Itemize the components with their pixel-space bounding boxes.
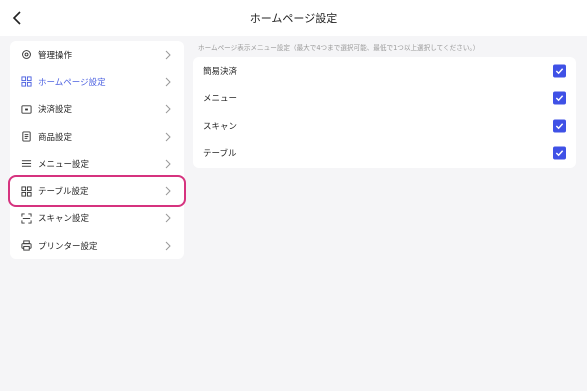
grid-icon [20,76,32,88]
chevron-right-icon [165,77,171,87]
option-label: スキャン [203,121,238,132]
sidebar-item-scan[interactable]: スキャン設定 [10,205,184,232]
printer-icon [20,240,32,252]
chevron-right-icon [165,104,171,114]
menu-icon [20,158,32,170]
sidebar-item-management[interactable]: 管理操作 [10,41,184,68]
header-bar: ホームページ設定 [0,0,587,36]
sidebar-item-label: 商品設定 [38,132,73,143]
option-label: 簡易決済 [203,66,238,77]
checkmark-icon [555,95,564,102]
checkmark-icon [555,150,564,157]
option-checkbox[interactable] [553,146,566,160]
sidebar-item-label: 決済設定 [38,105,73,116]
sidebar-item-label: テーブル設定 [38,187,89,198]
chevron-right-icon [165,132,171,141]
sidebar-item-printer[interactable]: プリンター設定 [10,232,184,259]
sidebar-item-menu[interactable]: メニュー設定 [10,150,184,177]
option-row[interactable]: スキャン [193,112,576,140]
sidebar-item-label: 管理操作 [38,50,73,61]
homepage-menu-options: 簡易決済 メニュー スキャン テーブル [193,57,576,168]
option-row[interactable]: メニュー [193,85,576,113]
sidebar-item-payment[interactable]: 決済設定 [10,96,184,123]
document-icon [20,131,32,143]
payment-icon [20,103,32,115]
table-grid-icon [20,185,32,197]
option-checkbox[interactable] [553,64,566,78]
sidebar-item-label: プリンター設定 [38,241,98,252]
sidebar-item-label: スキャン設定 [38,214,90,225]
scan-icon [20,212,32,224]
selection-hint: ホームページ表示メニュー設定（最大で4つまで選択可能、最低で1つ以上選択してくだ… [198,44,480,52]
sidebar-item-products[interactable]: 商品設定 [10,123,184,150]
sidebar-item-homepage[interactable]: ホームページ設定 [10,68,184,95]
option-checkbox[interactable] [553,91,566,105]
chevron-right-icon [165,241,171,251]
sidebar-item-label: ホームページ設定 [38,77,106,88]
option-label: テーブル [203,149,237,160]
option-row[interactable]: テーブル [193,140,576,168]
sidebar-item-table[interactable]: テーブル設定 [8,175,186,207]
option-checkbox[interactable] [553,119,566,133]
settings-sidebar: 管理操作 ホームページ設定 決済設定 商品設定 メニュー設定 テーブル設定 スキ… [8,41,186,259]
sidebar-item-label: メニュー設定 [38,159,90,170]
checkmark-icon [555,68,564,75]
page-title: ホームページ設定 [249,12,338,25]
chevron-right-icon [165,186,171,196]
chevron-right-icon [165,50,171,59]
checkmark-icon [555,123,564,130]
chevron-right-icon [165,214,171,223]
option-row[interactable]: 簡易決済 [193,57,576,85]
chevron-right-icon [165,159,171,169]
option-label: メニュー [203,94,238,105]
gear-icon [20,49,32,61]
